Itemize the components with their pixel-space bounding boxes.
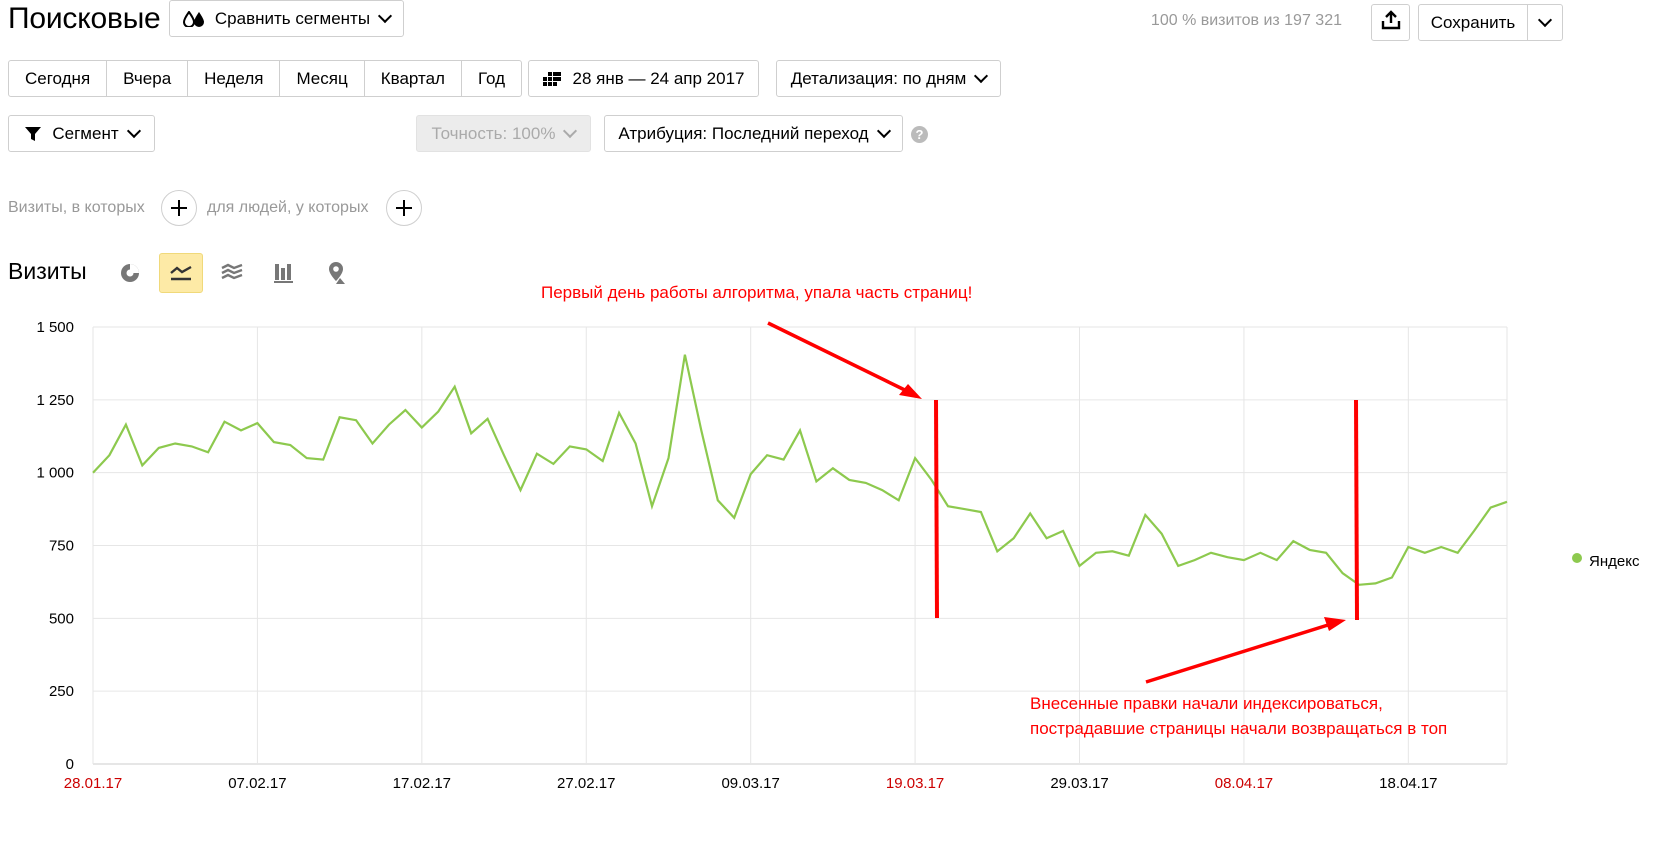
save-button[interactable]: Сохранить (1418, 4, 1528, 41)
y-tick-label: 500 (49, 610, 74, 627)
segment-dropdown[interactable]: Сегмент (8, 115, 155, 152)
x-tick-label: 18.04.17 (1379, 775, 1437, 792)
y-tick-label: 1 500 (36, 319, 74, 336)
attribution-dropdown[interactable]: Атрибуция: Последний переход (604, 115, 903, 152)
annotation-marker-2 (1354, 399, 1359, 621)
visits-filter-text: Визиты, в которых (8, 199, 145, 216)
attribution-label: Атрибуция: Последний переход (618, 123, 869, 143)
chevron-down-icon (974, 68, 989, 84)
x-tick-label: 17.02.17 (393, 775, 451, 792)
annotation-marker-1 (934, 399, 939, 619)
accuracy-label: Точность: 100% (431, 123, 556, 143)
chevron-down-icon (1537, 12, 1553, 28)
drops-icon (182, 10, 205, 27)
add-people-filter-button[interactable] (386, 190, 422, 226)
filter-icon (24, 126, 42, 142)
legend-label-yandex[interactable]: Яндекс (1589, 553, 1640, 570)
period-today[interactable]: Сегодня (9, 61, 108, 96)
x-tick-label: 09.03.17 (721, 775, 779, 792)
x-tick-labels: 28.01.17 07.02.17 17.02.17 27.02.17 09.03.17… (64, 775, 1438, 792)
detail-label: Детализация: по дням (790, 68, 967, 88)
y-tick-label: 750 (49, 538, 74, 555)
period-week[interactable]: Неделя (188, 61, 281, 96)
detail-dropdown[interactable]: Детализация: по дням (776, 60, 1001, 97)
compare-segments-dropdown[interactable]: Сравнить сегменты (169, 0, 404, 37)
people-filter-text: для людей, у которых (207, 199, 369, 216)
accuracy-dropdown[interactable]: Точность: 100% (416, 115, 591, 152)
x-tick-label: 07.02.17 (228, 775, 286, 792)
x-tick-label: 28.01.17 (64, 775, 122, 792)
chevron-down-icon (378, 8, 393, 24)
date-range-label: 28 янв — 24 апр 2017 (572, 68, 745, 88)
chevron-down-icon (876, 123, 891, 139)
y-tick-label: 1 250 (36, 392, 74, 409)
date-range-button[interactable]: 28 янв — 24 апр 2017 (528, 60, 759, 97)
calendar-icon (542, 71, 561, 86)
annotation-arrow-2 (1145, 623, 1329, 684)
visits-chart: 0 250 500 750 1 000 1 250 1 500 28.01.17 07.02.… (36, 283, 1640, 792)
annotation-first-day: Первый день работы алгоритма, упала част… (541, 283, 972, 302)
save-menu-button[interactable] (1527, 4, 1563, 41)
annotation-arrowhead-2 (1324, 617, 1346, 631)
legend-marker-yandex (1572, 553, 1582, 563)
x-tick-label: 08.04.17 (1215, 775, 1273, 792)
y-tick-label: 1 000 (36, 465, 74, 482)
annotation-arrowhead-1 (899, 384, 922, 399)
chevron-down-icon (563, 123, 578, 139)
export-icon (1381, 10, 1401, 35)
period-month[interactable]: Месяц (280, 61, 365, 96)
y-tick-label: 0 (66, 756, 74, 773)
x-tick-label: 27.02.17 (557, 775, 615, 792)
period-selector: Сегодня Вчера Неделя Месяц Квартал Год (8, 60, 523, 97)
annotation-arrow-1 (767, 321, 916, 397)
visits-share: 100 % визитов из 197 321 (1150, 12, 1342, 29)
export-button[interactable] (1371, 4, 1410, 41)
annotation-indexing-line2: пострадавшие страницы начали возвращатьс… (1030, 719, 1447, 738)
y-tick-label: 250 (49, 683, 74, 700)
annotation-indexing-line1: Внесенные правки начали индексироваться, (1030, 694, 1383, 713)
period-year[interactable]: Год (462, 61, 521, 96)
segment-label: Сегмент (52, 123, 119, 143)
period-yesterday[interactable]: Вчера (107, 61, 189, 96)
x-tick-label: 19.03.17 (886, 775, 944, 792)
x-tick-label: 29.03.17 (1050, 775, 1108, 792)
add-visit-filter-button[interactable] (161, 190, 197, 226)
period-quarter[interactable]: Квартал (365, 61, 462, 96)
compare-label: Сравнить сегменты (214, 8, 371, 28)
y-tick-labels: 0 250 500 750 1 000 1 250 1 500 (36, 319, 74, 773)
series-line-yandex (92, 354, 1508, 586)
chevron-down-icon (126, 123, 141, 139)
help-icon[interactable]: ? (911, 126, 928, 143)
